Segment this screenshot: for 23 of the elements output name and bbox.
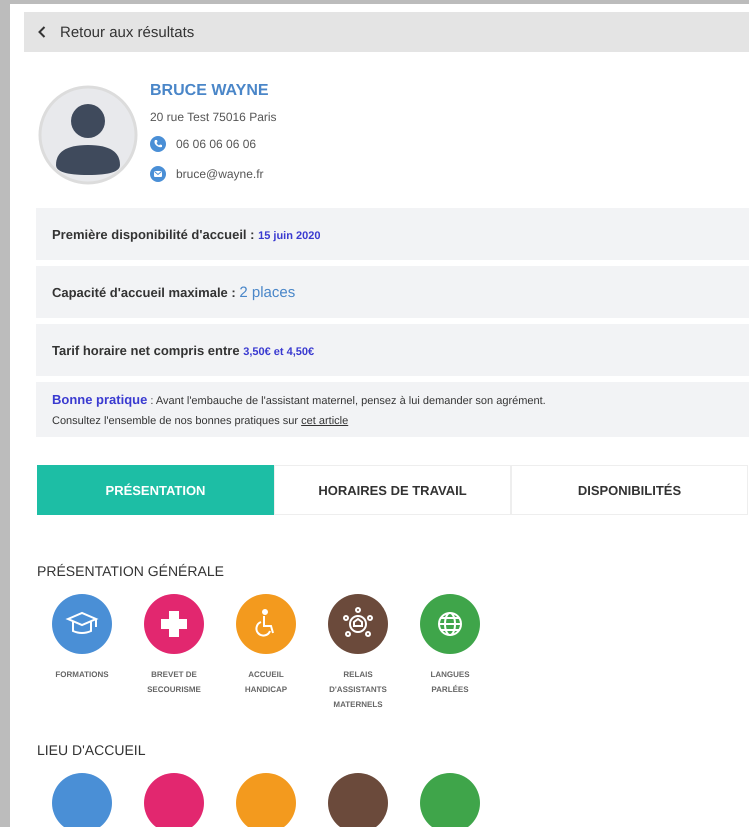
feature-label: ACCUEIL HANDICAP: [244, 669, 288, 696]
profile-name: BRUCE WAYNE: [150, 82, 270, 100]
email-address: bruce@wayne.fr: [176, 167, 264, 181]
tip-text: Bonne pratique : Avant l'embauche de l'assistant maternel, pensez à lui demander son agrément.: [52, 392, 546, 407]
phone-icon: [150, 136, 166, 152]
feature-label: FORMATIONS: [55, 669, 109, 681]
info-text: Tarif horaire net compris entre 3,50€ et 4,50€: [52, 342, 314, 358]
tip-text: Consultez l'ensemble de nos bonnes pratiques sur cet article: [52, 415, 348, 427]
feature-label: BREVET DE SECOURISME: [146, 669, 202, 696]
chevron-left-icon: [38, 26, 46, 38]
profile-address: 20 rue Test 75016 Paris: [150, 110, 277, 124]
feature-label: RELAIS D'ASSISTANTS MATERNELS: [328, 669, 388, 711]
feature-label: LANGUES PARLÉES: [429, 669, 471, 696]
phone-number: 06 06 06 06 06: [176, 137, 256, 151]
info-text: Capacité d'accueil maximale : 2 places: [52, 284, 296, 300]
info-text: Première disponibilité d'accueil : 15 juin 2020: [52, 226, 320, 242]
tab[interactable]: DISPONIBILITÉS: [511, 465, 748, 515]
article-link[interactable]: cet article: [301, 415, 348, 427]
tab[interactable]: HORAIRES DE TRAVAIL: [274, 465, 511, 515]
section-title: PRÉSENTATION GÉNÉRALE: [37, 563, 225, 579]
back-link[interactable]: Retour aux résultats: [38, 24, 194, 40]
section-title: LIEU D'ACCUEIL: [37, 742, 146, 758]
email-icon: [150, 166, 166, 182]
